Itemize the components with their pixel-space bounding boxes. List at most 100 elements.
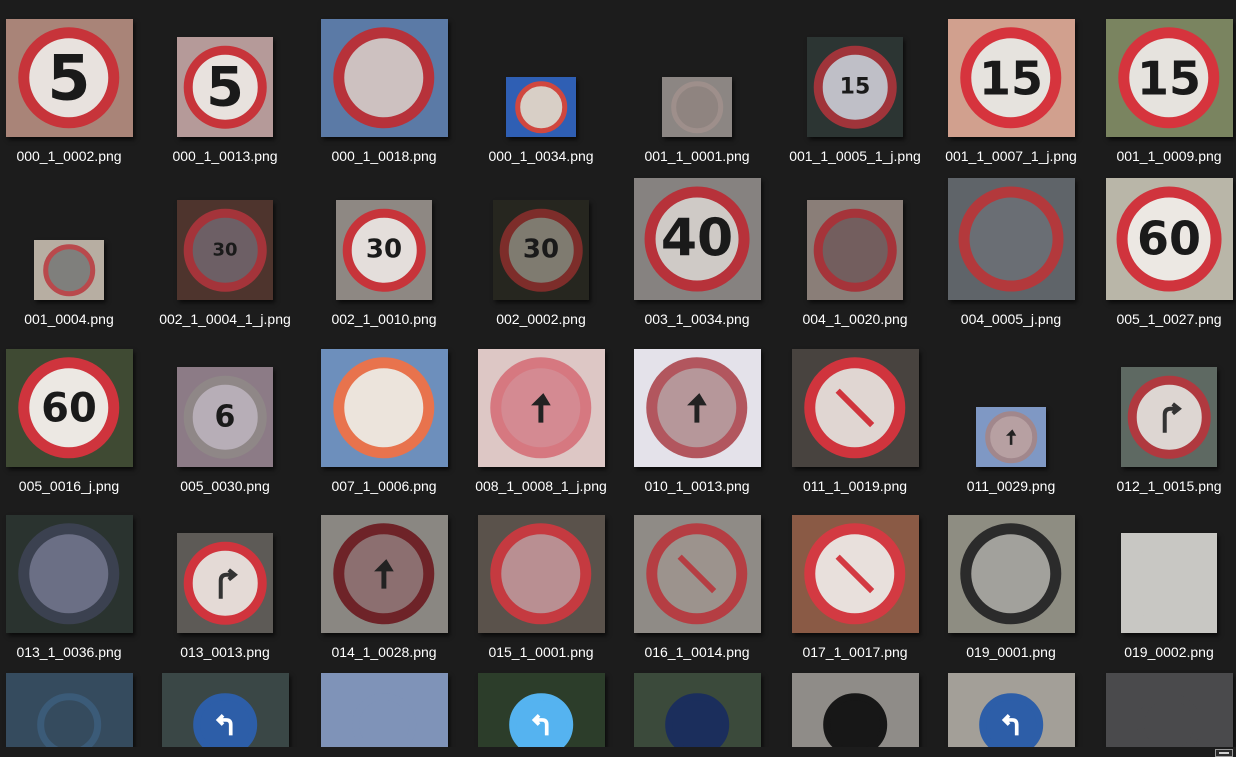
- sign-number: 60: [41, 385, 97, 431]
- file-name-label: 002_1_0004_1_j.png: [159, 311, 291, 327]
- traffic-sign-icon: [490, 357, 592, 459]
- thumbnail-image[interactable]: 5: [5, 19, 133, 137]
- thumbnail-image[interactable]: [1105, 673, 1233, 747]
- traffic-sign-icon: [1127, 541, 1211, 625]
- slash-icon: [835, 388, 875, 428]
- traffic-sign-icon: [804, 523, 906, 625]
- thumbnail-image[interactable]: [477, 349, 605, 467]
- traffic-sign-icon: [193, 692, 257, 747]
- file-name-label: 004_1_0020.png: [802, 311, 908, 327]
- file-name-label: 019_0002.png: [1124, 644, 1214, 660]
- traffic-sign-icon: [333, 523, 435, 625]
- thumbnail-image[interactable]: [177, 533, 273, 633]
- thumbnail-image[interactable]: [506, 77, 576, 137]
- thumbnail-image[interactable]: [320, 673, 448, 747]
- traffic-sign-icon: [813, 208, 897, 292]
- sign-number: 40: [660, 209, 734, 269]
- thumbnail-image[interactable]: 15: [1105, 19, 1233, 137]
- traffic-sign-icon: 15: [1118, 27, 1220, 129]
- thumbnail-image[interactable]: [320, 349, 448, 467]
- traffic-sign-icon: [671, 81, 723, 133]
- thumbnail-image[interactable]: [34, 240, 104, 300]
- status-bar: [0, 747, 1236, 757]
- traffic-sign-icon: 60: [18, 357, 120, 459]
- thumbnail-image[interactable]: [477, 515, 605, 633]
- file-name-label: 017_1_0017.png: [802, 644, 908, 660]
- thumbnail-image[interactable]: [5, 515, 133, 633]
- traffic-sign-icon: 40: [644, 186, 750, 292]
- traffic-sign-icon: 30: [342, 208, 426, 292]
- thumbnail-image[interactable]: [320, 19, 448, 137]
- thumbnail-image[interactable]: [633, 673, 761, 747]
- traffic-sign-icon: [352, 692, 416, 747]
- thumbnail-image[interactable]: [5, 673, 133, 747]
- traffic-sign-icon: [646, 523, 748, 625]
- file-name-label: 008_1_0008_1_j.png: [475, 478, 607, 494]
- thumbnail-image[interactable]: [1121, 367, 1217, 467]
- file-name-label: 001_1_0001.png: [644, 148, 750, 164]
- thumbnail-image[interactable]: [947, 673, 1075, 747]
- thumbnail-image[interactable]: 30: [336, 200, 432, 300]
- traffic-sign-icon: [985, 411, 1037, 463]
- traffic-sign-icon: [509, 692, 573, 747]
- thumbnail-image[interactable]: [976, 407, 1046, 467]
- file-name-label: 001_0004.png: [24, 311, 114, 327]
- slash-icon: [835, 554, 875, 594]
- thumbnail-image[interactable]: [1121, 533, 1217, 633]
- traffic-sign-icon: [37, 692, 101, 747]
- thumbnail-image[interactable]: 60: [1105, 178, 1233, 300]
- file-name-label: 011_0029.png: [966, 478, 1056, 494]
- thumbnail-image[interactable]: [161, 673, 289, 747]
- thumbnail-image[interactable]: [807, 200, 903, 300]
- thumbnail-image[interactable]: 30: [493, 200, 589, 300]
- traffic-sign-icon: [18, 523, 120, 625]
- file-name-label: 015_1_0001.png: [488, 644, 594, 660]
- sign-number: 5: [47, 41, 91, 115]
- traffic-sign-icon: [515, 81, 567, 133]
- thumbnail-image[interactable]: 30: [177, 200, 273, 300]
- file-name-label: 000_1_0013.png: [172, 148, 278, 164]
- file-name-label: 001_1_0009.png: [1116, 148, 1222, 164]
- traffic-sign-icon: [333, 27, 435, 129]
- traffic-sign-icon: 30: [183, 208, 267, 292]
- thumbnail-image[interactable]: [947, 178, 1075, 300]
- traffic-sign-icon: [665, 692, 729, 747]
- thumbnail-image[interactable]: [947, 515, 1075, 633]
- sign-number: 30: [365, 234, 403, 265]
- traffic-sign-icon: [333, 357, 435, 459]
- sign-number: 30: [522, 234, 560, 265]
- arrow-w-icon: [1002, 714, 1019, 736]
- file-name-label: 005_1_0027.png: [1116, 311, 1222, 327]
- file-name-label: 000_1_0002.png: [16, 148, 122, 164]
- thumbnail-image[interactable]: [477, 673, 605, 747]
- thumbnail-image[interactable]: [791, 673, 919, 747]
- thumbnail-image[interactable]: [791, 349, 919, 467]
- thumbnail-image[interactable]: 15: [807, 37, 903, 137]
- thumbnail-image[interactable]: [320, 515, 448, 633]
- arrow-icon: [1005, 429, 1017, 445]
- thumbnail-image[interactable]: 5: [177, 37, 273, 137]
- thumbnail-image[interactable]: [633, 349, 761, 467]
- thumbnail-image[interactable]: 60: [5, 349, 133, 467]
- thumbnail-image[interactable]: 6: [177, 367, 273, 467]
- traffic-sign-icon: [646, 357, 748, 459]
- thumbnail-image[interactable]: [633, 515, 761, 633]
- thumbnail-image[interactable]: [662, 77, 732, 137]
- thumbnail-image[interactable]: 15: [947, 19, 1075, 137]
- file-name-label: 012_1_0015.png: [1116, 478, 1222, 494]
- traffic-sign-icon: [823, 692, 887, 747]
- large-icons-view-toggle-icon[interactable]: [1215, 749, 1233, 757]
- traffic-sign-icon: [979, 692, 1043, 747]
- traffic-sign-icon: 5: [183, 45, 267, 129]
- traffic-sign-icon: 15: [960, 27, 1062, 129]
- arrow-w-icon: [216, 714, 233, 736]
- traffic-sign-icon: 60: [1116, 186, 1222, 292]
- thumbnail-image[interactable]: [791, 515, 919, 633]
- file-name-label: 014_1_0028.png: [331, 644, 437, 660]
- sign-number: 6: [214, 399, 236, 435]
- traffic-sign-icon: [183, 541, 267, 625]
- file-name-label: 016_1_0014.png: [644, 644, 750, 660]
- traffic-sign-icon: [43, 244, 95, 296]
- thumbnail-image[interactable]: 40: [633, 178, 761, 300]
- sign-number: 5: [206, 55, 244, 119]
